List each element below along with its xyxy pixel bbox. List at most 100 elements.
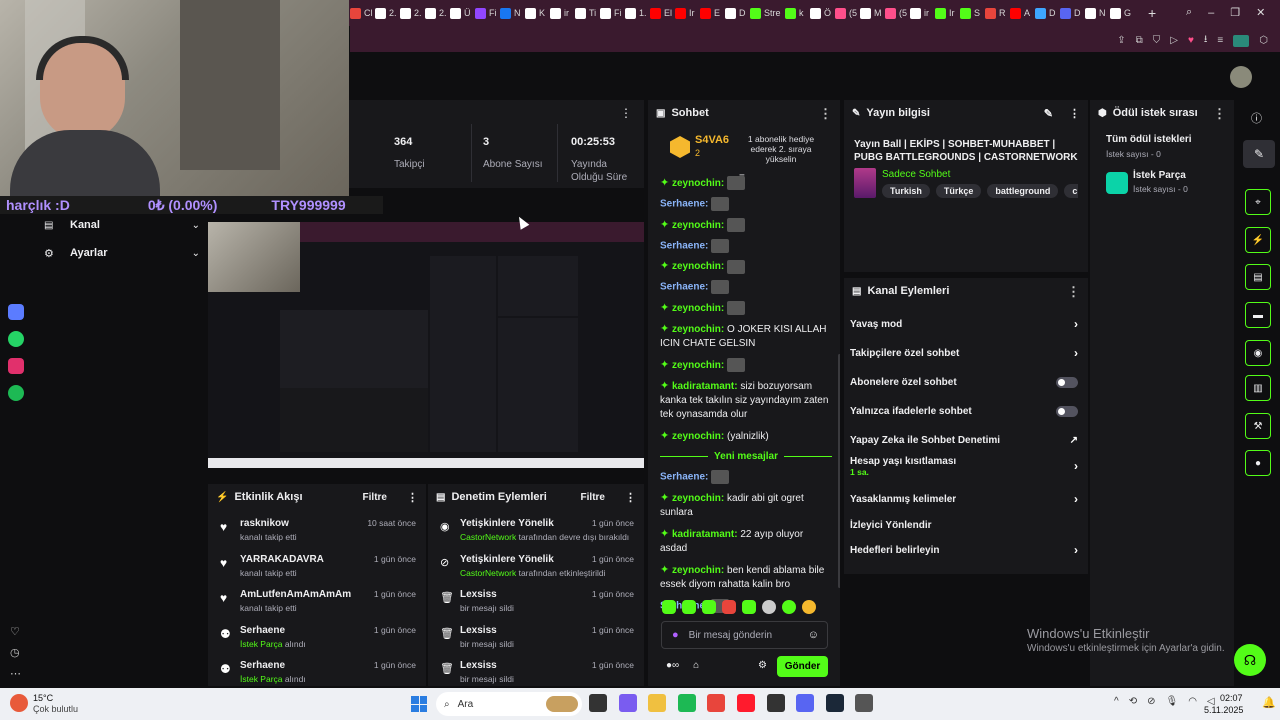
browser-tab[interactable]: N [1085, 5, 1109, 21]
channel-action-item[interactable]: Yapay Zeka ile Sohbet Denetimi ↗ [850, 426, 1082, 454]
start-button[interactable] [411, 696, 427, 712]
chat-username[interactable]: Serhaene [660, 472, 705, 483]
channel-action-item[interactable]: Abonelere özel sohbet [850, 368, 1082, 396]
browser-tab[interactable]: Ir [935, 5, 959, 21]
file-explorer-icon[interactable] [589, 694, 607, 712]
chat-message[interactable]: ✦ zeynochin: ben kendi ablama bile essek… [660, 563, 832, 592]
emote-icon[interactable] [702, 600, 716, 614]
moderation-filter-button[interactable]: Filtre [581, 492, 605, 503]
chat-scrollbar[interactable] [838, 354, 840, 588]
activity-item[interactable]: ♥ rasknikow kanalı takip etti 10 saat ön… [214, 518, 420, 554]
browser-tab[interactable]: A [1010, 5, 1034, 21]
heart-outline-icon[interactable]: ♡ [10, 622, 21, 643]
browser-tab[interactable]: Stre [750, 5, 784, 21]
chat-message[interactable]: ✦ zeynochin: kadir abi git ogret sunlara [660, 491, 832, 520]
support-chat-button[interactable]: ☊ [1234, 644, 1266, 676]
stream-preview[interactable] [208, 222, 644, 468]
chat-message[interactable]: Serhaene: [660, 280, 832, 295]
stats-menu-icon[interactable]: ⋮ [620, 106, 632, 120]
rail-button-layout[interactable]: ▥ [1245, 375, 1271, 401]
whatsapp-icon[interactable] [8, 331, 24, 347]
channel-actions-menu-icon[interactable]: ⋮ [1067, 285, 1080, 298]
mic-icon[interactable]: ● [672, 629, 679, 641]
chat-username[interactable]: zeynochin [672, 261, 721, 272]
instagram-icon[interactable] [8, 358, 24, 374]
minimize-icon[interactable]: – [1208, 7, 1214, 19]
clock-date[interactable]: 5.11.2025 [1204, 705, 1243, 715]
all-rewards-label[interactable]: Tüm ödül istekleri [1106, 134, 1192, 145]
chat-message[interactable]: Serhaene: [660, 238, 832, 254]
more-icon[interactable]: ⋯ [10, 664, 21, 685]
activity-item[interactable]: ⚉ Serhaene İstek Parça alındı 1 gün önce [214, 660, 420, 686]
emote-icon[interactable] [802, 600, 816, 614]
app-icon[interactable] [767, 694, 785, 712]
reward-item-label[interactable]: İstek Parça [1133, 170, 1186, 181]
chat-settings-icon[interactable]: ⚙ [758, 660, 767, 671]
emote-icon[interactable] [742, 600, 756, 614]
browser-tab[interactable]: D [725, 5, 749, 21]
chat-username[interactable]: Serhaene [660, 240, 705, 251]
tray-chevron-icon[interactable]: ^ [1114, 696, 1119, 707]
chat-message[interactable]: Serhaene: [660, 197, 832, 212]
rail-button-doc[interactable]: ▤ [1245, 264, 1271, 290]
browser-tab[interactable]: 2. [425, 5, 449, 21]
chat-message[interactable]: ✦ zeynochin: [660, 176, 832, 191]
browser-tab[interactable]: D [1035, 5, 1059, 21]
profile-icon[interactable] [1233, 34, 1250, 47]
activity-item[interactable]: ⚉ Serhaene İstek Parça alındı 1 gün önce [214, 625, 420, 661]
copilot-icon[interactable] [619, 694, 637, 712]
browser-tab[interactable]: 2. [400, 5, 424, 21]
rail-button-chat[interactable]: ▬ [1245, 302, 1271, 328]
browser-tab[interactable]: k [785, 5, 809, 21]
rail-button-tools[interactable]: ⚒ [1245, 413, 1271, 439]
search-tabs-icon[interactable]: ⌕ [1186, 6, 1192, 19]
chat-menu-icon[interactable]: ⋮ [819, 107, 832, 120]
browser-tab[interactable]: (5 [885, 5, 909, 21]
activity-filter-button[interactable]: Filtre [363, 492, 387, 503]
chat-username[interactable]: zeynochin [672, 178, 721, 189]
new-tab-button[interactable]: + [1148, 5, 1156, 21]
chat-username[interactable]: zeynochin [672, 324, 721, 335]
extension-icon[interactable]: ⬡ [1259, 35, 1268, 46]
tray-wifi-icon[interactable]: ◠ [1188, 696, 1197, 707]
moderation-item[interactable]: 🗑 Lexsiss bir mesajı sildi 1 gün önce [434, 589, 638, 625]
emote-icon[interactable] [762, 600, 776, 614]
tray-network-off-icon[interactable]: ⊘ [1147, 696, 1155, 707]
browser-tab[interactable]: N [500, 5, 524, 21]
taskbar-search[interactable]: ⌕ Ara [436, 692, 582, 716]
browser-tab[interactable]: ir [910, 5, 934, 21]
chat-username[interactable]: zeynochin [672, 431, 721, 442]
browser-tab[interactable]: M [860, 5, 884, 21]
tray-app-icon[interactable]: ⟲ [1129, 696, 1137, 707]
download-icon[interactable]: ⭳ [1204, 32, 1208, 49]
moderation-item[interactable]: 🗑 Lexsiss bir mesajı sildi 1 gün önce [434, 625, 638, 661]
browser-tab[interactable]: El [650, 5, 674, 21]
browser-tab[interactable]: Fi [475, 5, 499, 21]
play-icon[interactable]: ▷ [1170, 35, 1178, 46]
chat-username[interactable]: kadiratamant [672, 529, 734, 540]
chat-username[interactable]: Serhaene [660, 199, 705, 210]
category-name[interactable]: Sadece Sohbet [882, 169, 950, 180]
discord-icon[interactable] [796, 694, 814, 712]
channel-action-item[interactable]: Hesap yaşı kısıtlaması 1 sa. › [850, 452, 1082, 480]
chat-message[interactable]: ✦ zeynochin: [660, 301, 832, 316]
rewards-menu-icon[interactable]: ⋮ [1213, 107, 1226, 120]
chat-message[interactable]: Serhaene: [660, 469, 832, 485]
moderation-item[interactable]: ◉ Yetişkinlere Yönelik CastorNetwork tar… [434, 518, 638, 554]
browser-tab[interactable]: Ti [575, 5, 599, 21]
channel-action-item[interactable]: Hedefleri belirleyin › [850, 536, 1082, 564]
browser-tab[interactable]: Ü [450, 5, 474, 21]
store-icon[interactable]: ⌂ [693, 660, 699, 671]
moderation-item[interactable]: ⊘ Yetişkinlere Yönelik CastorNetwork tar… [434, 554, 638, 590]
channel-action-item[interactable]: Yavaş mod › [850, 310, 1082, 338]
menu-icon[interactable]: ≡ [1217, 35, 1223, 46]
chat-message[interactable]: ✦ zeynochin: [660, 218, 832, 233]
app-icon[interactable] [8, 304, 24, 320]
stream-tag[interactable]: chill [1064, 184, 1078, 198]
browser-tab[interactable]: Fi [600, 5, 624, 21]
browser-tab[interactable]: E [700, 5, 724, 21]
edit-mode-button[interactable]: ✎ [1243, 140, 1275, 168]
share-icon[interactable]: ⇪ [1117, 35, 1125, 46]
activity-item[interactable]: ♥ YARRAKADAVRA kanalı takip etti 1 gün ö… [214, 554, 420, 590]
browser-tab[interactable]: K [525, 5, 549, 21]
